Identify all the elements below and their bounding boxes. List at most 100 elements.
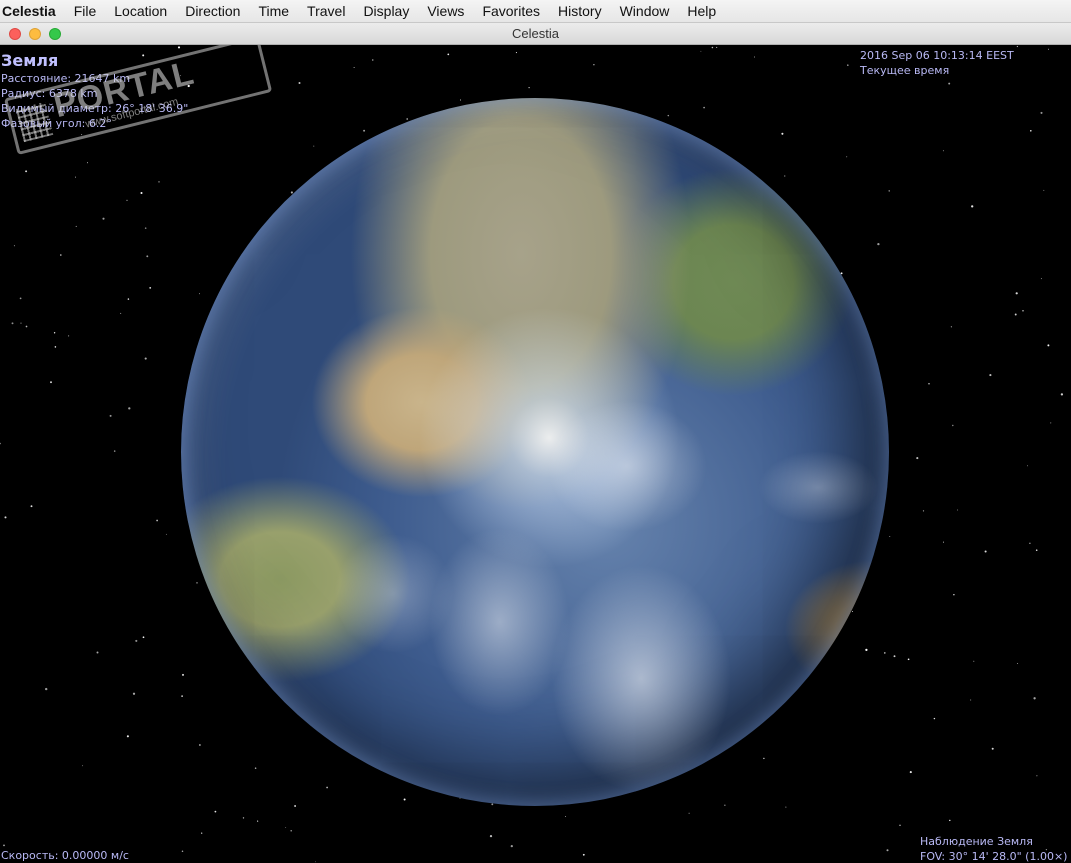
- star: [372, 59, 374, 61]
- menu-help[interactable]: Help: [678, 3, 725, 19]
- star: [257, 820, 259, 822]
- view-info-panel: Наблюдение Земля FOV: 30° 14' 28.0" (1.0…: [920, 834, 1067, 863]
- star: [933, 717, 936, 720]
- menu-time[interactable]: Time: [249, 3, 298, 19]
- simulation-datetime: 2016 Sep 06 10:13:14 EEST: [860, 49, 1014, 62]
- star: [491, 803, 494, 806]
- star: [909, 771, 912, 774]
- star: [889, 535, 891, 537]
- star: [406, 118, 409, 120]
- object-radius: Радиус: 6378 km: [1, 87, 98, 100]
- star: [1015, 292, 1018, 295]
- menu-direction[interactable]: Direction: [176, 3, 249, 19]
- star: [952, 424, 954, 427]
- star: [785, 806, 787, 808]
- speed-readout: Скорость: 0.00000 м/с: [1, 849, 129, 862]
- star: [948, 82, 951, 85]
- star: [784, 175, 786, 177]
- star: [199, 744, 201, 746]
- star: [716, 46, 718, 48]
- star: [75, 225, 77, 227]
- star: [970, 699, 972, 701]
- menu-file[interactable]: File: [65, 3, 106, 19]
- star: [82, 765, 84, 767]
- star: [846, 156, 848, 158]
- field-of-view: FOV: 30° 14' 28.0" (1.00×): [920, 850, 1068, 863]
- star: [146, 255, 149, 258]
- star: [199, 293, 201, 295]
- star: [3, 844, 5, 847]
- star: [25, 170, 28, 173]
- star: [30, 505, 33, 508]
- star: [196, 582, 198, 584]
- menu-window[interactable]: Window: [611, 3, 679, 19]
- object-name: Земля: [1, 51, 59, 70]
- star: [403, 798, 406, 801]
- menu-app-celestia[interactable]: Celestia: [0, 3, 65, 19]
- star: [865, 648, 868, 652]
- space-viewport[interactable]: Земля Расстояние: 21647 km Радиус: 6378 …: [0, 45, 1071, 863]
- window-title: Celestia: [512, 26, 559, 41]
- star: [81, 134, 83, 136]
- star: [899, 824, 901, 827]
- star: [285, 826, 287, 828]
- menu-display[interactable]: Display: [354, 3, 418, 19]
- star: [181, 850, 184, 852]
- star: [135, 639, 138, 642]
- star: [949, 819, 951, 822]
- star: [1036, 775, 1038, 777]
- star: [126, 735, 129, 738]
- star: [888, 190, 890, 192]
- star: [126, 199, 128, 202]
- star: [0, 442, 1, 445]
- star: [127, 298, 130, 300]
- star: [113, 450, 116, 452]
- star: [149, 286, 152, 289]
- star: [313, 145, 315, 147]
- observing-target: Наблюдение Земля: [920, 835, 1033, 848]
- star: [214, 810, 217, 813]
- star: [156, 519, 158, 522]
- star: [700, 50, 702, 52]
- star: [54, 346, 57, 348]
- star: [254, 767, 257, 769]
- menu-favorites[interactable]: Favorites: [473, 3, 549, 19]
- earth-globe[interactable]: [181, 98, 889, 806]
- star: [20, 322, 22, 324]
- star: [942, 541, 945, 543]
- star: [1040, 111, 1043, 114]
- star: [942, 150, 944, 152]
- atmosphere-glow: [181, 98, 889, 806]
- star: [50, 381, 52, 384]
- star: [294, 805, 297, 807]
- menu-location[interactable]: Location: [105, 3, 176, 19]
- star: [13, 245, 15, 247]
- time-info-panel: 2016 Sep 06 10:13:14 EEST Текущее время: [860, 48, 1014, 78]
- window-titlebar[interactable]: Celestia: [0, 23, 1071, 45]
- star: [1022, 310, 1024, 312]
- star: [144, 227, 147, 229]
- star: [1040, 278, 1042, 280]
- menu-history[interactable]: History: [549, 3, 611, 19]
- object-apparent-diameter: Видимый диаметр: 26° 18' 36.9": [1, 102, 189, 115]
- star: [1014, 313, 1017, 316]
- star: [109, 414, 112, 417]
- star: [1035, 549, 1038, 551]
- menu-views[interactable]: Views: [418, 3, 473, 19]
- star: [45, 687, 48, 691]
- time-mode: Текущее время: [860, 64, 950, 77]
- menu-travel[interactable]: Travel: [298, 3, 354, 19]
- star: [883, 652, 886, 654]
- star: [120, 312, 122, 314]
- star: [447, 53, 450, 56]
- star: [528, 86, 530, 89]
- star: [510, 844, 513, 848]
- star: [763, 757, 765, 760]
- star: [688, 812, 690, 814]
- star: [181, 695, 183, 697]
- star: [182, 673, 184, 676]
- star: [102, 217, 105, 220]
- star: [1043, 189, 1045, 191]
- star: [1030, 130, 1032, 132]
- star: [922, 510, 925, 512]
